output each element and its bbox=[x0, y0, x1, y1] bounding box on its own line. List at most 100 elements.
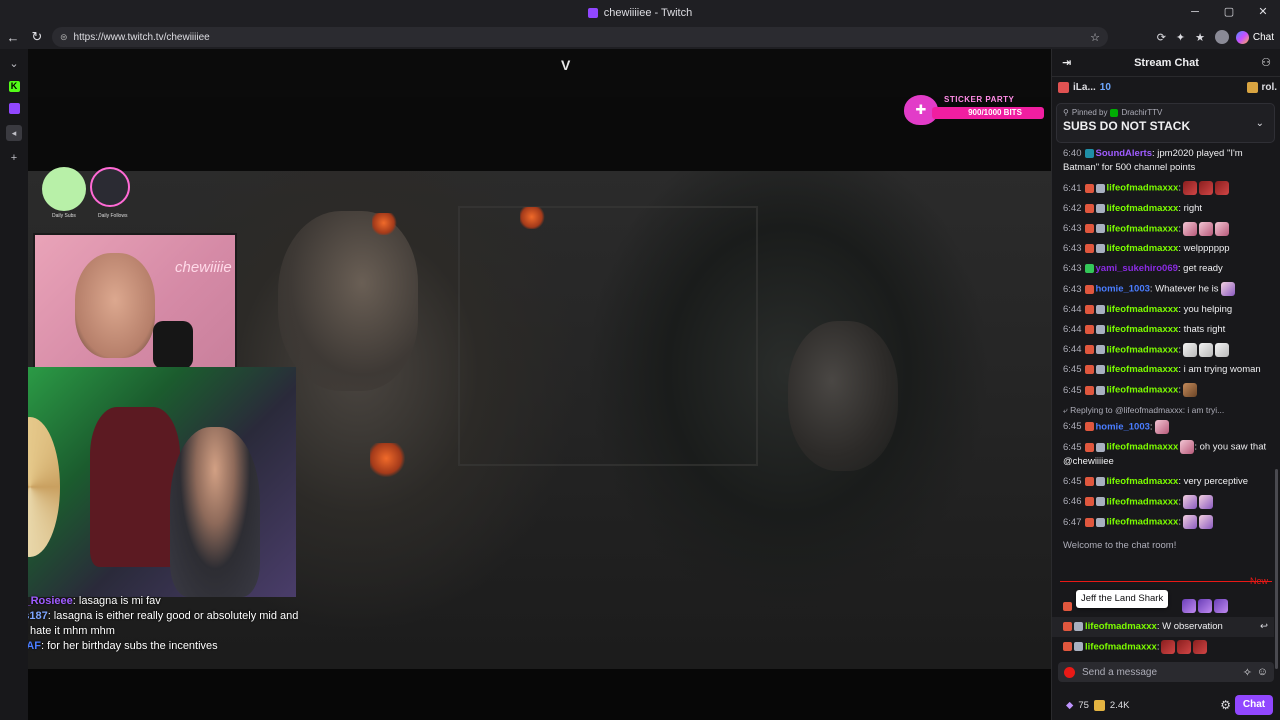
reply-context[interactable]: ⤶ Replying to @lifeofmadmaxxx: i am tryi… bbox=[1052, 401, 1274, 417]
chat-message[interactable]: 6:43 homie_1003: Whatever he is bbox=[1052, 279, 1274, 300]
verified-badge bbox=[1110, 108, 1119, 117]
chat-scrollbar[interactable] bbox=[1275, 469, 1278, 669]
copilot-button[interactable]: Chat bbox=[1235, 28, 1274, 46]
chat-message[interactable]: 6:46 lifeofmadmaxxx: bbox=[1052, 492, 1274, 513]
reload-icon[interactable]: ↻ bbox=[26, 29, 48, 45]
chat-header: ⇥ Stream Chat ⚇ bbox=[1052, 49, 1280, 77]
channel-points-count: 2.4K bbox=[1109, 699, 1130, 711]
chat-message[interactable]: 6:45 lifeofmadmaxxx: i am trying woman bbox=[1052, 360, 1274, 380]
chat-message[interactable]: 6:44 lifeofmadmaxxx: thats right bbox=[1052, 320, 1274, 340]
emote bbox=[1182, 599, 1196, 613]
chat-message[interactable]: 6:44 lifeofmadmaxxx: bbox=[1052, 340, 1274, 361]
chat-message[interactable]: 6:47 lifeofmadmaxxx: bbox=[1052, 512, 1274, 533]
overlay-chat-line: Miss_Rosieee: lasagna is mi fav bbox=[28, 595, 161, 607]
leader-name: iLa... bbox=[1073, 81, 1096, 93]
emote bbox=[1161, 639, 1176, 654]
browser-sidebar: ⌄ K ◂ + bbox=[0, 49, 28, 720]
address-bar[interactable]: ⊜ https://www.twitch.tv/chewiiiiee ☆ bbox=[52, 27, 1108, 47]
emote bbox=[1198, 221, 1213, 236]
sticker-title: STICKER PARTY bbox=[944, 95, 1015, 104]
microphone bbox=[153, 321, 193, 369]
emote bbox=[1177, 639, 1192, 654]
chat-footer: ◆ 75 2.4K ⚙ Chat bbox=[1052, 694, 1280, 716]
new-messages-divider bbox=[1060, 581, 1272, 582]
twitch-favicon-icon bbox=[587, 7, 598, 18]
chat-message[interactable]: 6:40 SoundAlerts: jpm2020 played "I'm Bat… bbox=[1052, 144, 1274, 178]
bits-cheer-icon[interactable]: ✧ bbox=[1243, 666, 1252, 679]
welcome-message: Welcome to the chat room! bbox=[1063, 539, 1177, 551]
community-icon[interactable]: ⚇ bbox=[1261, 56, 1271, 69]
extension-icon[interactable]: ✦ bbox=[1176, 31, 1185, 44]
chat-message[interactable]: 6:43 lifeofmadmaxxx: welpppppp bbox=[1052, 239, 1274, 259]
twitch-icon[interactable] bbox=[8, 103, 20, 114]
profile-avatar[interactable] bbox=[1215, 30, 1229, 44]
new-label: New bbox=[1249, 576, 1268, 586]
chevron-down-icon[interactable]: ⌄ bbox=[1256, 118, 1264, 129]
emote bbox=[1182, 494, 1197, 509]
emote bbox=[1220, 282, 1235, 297]
bookmark-star-icon[interactable]: ☆ bbox=[1090, 31, 1100, 44]
chat-message[interactable]: 6:45 lifeofmadmaxxx: oh you saw that @che… bbox=[1052, 437, 1274, 472]
bits-icon bbox=[1247, 81, 1259, 93]
favorites-icon[interactable]: ★ bbox=[1195, 31, 1205, 44]
kick-icon[interactable]: K bbox=[8, 81, 20, 92]
window-title: chewiiiiee - Twitch bbox=[603, 6, 693, 19]
reply-icon[interactable]: ↩ bbox=[1260, 620, 1268, 634]
emote bbox=[1182, 342, 1197, 357]
chat-message-list: 6:40 SoundAlerts: jpm2020 played "I'm Bat… bbox=[1052, 144, 1274, 559]
emote bbox=[1154, 419, 1169, 434]
add-icon[interactable]: + bbox=[11, 152, 17, 164]
close-icon[interactable]: ✕ bbox=[1246, 0, 1280, 25]
emote bbox=[1198, 515, 1213, 530]
emote bbox=[1182, 221, 1197, 236]
chat-message[interactable]: 6:45 lifeofmadmaxxx: bbox=[1052, 380, 1274, 401]
sub-badge-icon bbox=[1095, 183, 1105, 193]
refresh-page-icon[interactable]: ⟳ bbox=[1157, 31, 1166, 44]
emote-tooltip: Jeff the Land Shark bbox=[1076, 590, 1169, 608]
emote bbox=[1182, 515, 1197, 530]
channel-points-icon[interactable] bbox=[1093, 699, 1105, 711]
prize-wheel bbox=[28, 417, 60, 557]
heart-icon[interactable] bbox=[1064, 666, 1075, 678]
chat-input[interactable]: Send a message ✧ ☺ bbox=[1058, 662, 1274, 682]
gear-icon[interactable]: ⚙ bbox=[1220, 698, 1231, 712]
scene-character-left bbox=[278, 211, 418, 391]
emote bbox=[1193, 639, 1208, 654]
back-icon[interactable]: ← bbox=[2, 30, 24, 45]
bits-diamond-icon[interactable]: ◆ bbox=[1066, 700, 1073, 711]
copilot-icon bbox=[1235, 30, 1249, 44]
chat-message[interactable]: 6:42 lifeofmadmaxxx: right bbox=[1052, 199, 1274, 219]
maximize-icon[interactable]: ▢ bbox=[1212, 0, 1246, 25]
daily-subs-mascot bbox=[42, 167, 86, 211]
chat-message[interactable]: 6:45 homie_1003: bbox=[1052, 417, 1274, 438]
video-player[interactable]: V ✚ STICKER PARTY 900/1000 BITS Daily Su… bbox=[28, 49, 1051, 720]
audio-icon[interactable]: ◂ bbox=[6, 125, 22, 141]
streamer-webcam: chewiiiie bbox=[33, 233, 237, 369]
pinned-message[interactable]: ⚲ Pinned by DrachirTTV SUBS DO NOT STACK… bbox=[1056, 103, 1275, 143]
emote bbox=[1214, 181, 1229, 195]
flying-emote bbox=[520, 207, 546, 229]
overlay-chat-line: bibbs187: lasagna is either really good … bbox=[28, 610, 299, 622]
chevron-down-icon[interactable]: ⌄ bbox=[9, 57, 18, 70]
minimize-icon[interactable]: ─ bbox=[1178, 0, 1212, 25]
chat-message[interactable]: 6:45 lifeofmadmaxxx: very perceptive bbox=[1052, 472, 1274, 492]
emote bbox=[1214, 221, 1229, 236]
chat-message[interactable]: 6:41 lifeofmadmaxxx: bbox=[1052, 178, 1274, 199]
chat-message[interactable]: lifeofmadmaxxx: bbox=[1052, 637, 1274, 658]
second-person bbox=[170, 427, 260, 597]
emoji-icon[interactable]: ☺ bbox=[1257, 666, 1268, 678]
gift-leaderboard[interactable]: iLa... 10 rol. bbox=[1052, 78, 1280, 96]
bits-count: 75 bbox=[1078, 699, 1089, 711]
letterbox-bottom bbox=[28, 669, 1051, 720]
chat-message[interactable]: 6:43 yami_sukehiro069: get ready bbox=[1052, 259, 1274, 279]
daily-follows-label: Daily Follows bbox=[98, 213, 128, 219]
badge-icon bbox=[1084, 183, 1094, 193]
copilot-label: Chat bbox=[1252, 31, 1274, 43]
send-chat-button[interactable]: Chat bbox=[1235, 695, 1273, 715]
chat-message[interactable]: 6:43 lifeofmadmaxxx: bbox=[1052, 219, 1274, 240]
gift-icon bbox=[1058, 81, 1069, 93]
chat-message[interactable]: 6:44 lifeofmadmaxxx: you helping bbox=[1052, 300, 1274, 320]
site-info-icon[interactable]: ⊜ bbox=[60, 32, 68, 43]
chat-message[interactable]: lifeofmadmaxxx: W observation ↩ bbox=[1052, 616, 1274, 637]
collapse-chat-icon[interactable]: ⇥ bbox=[1062, 56, 1071, 69]
